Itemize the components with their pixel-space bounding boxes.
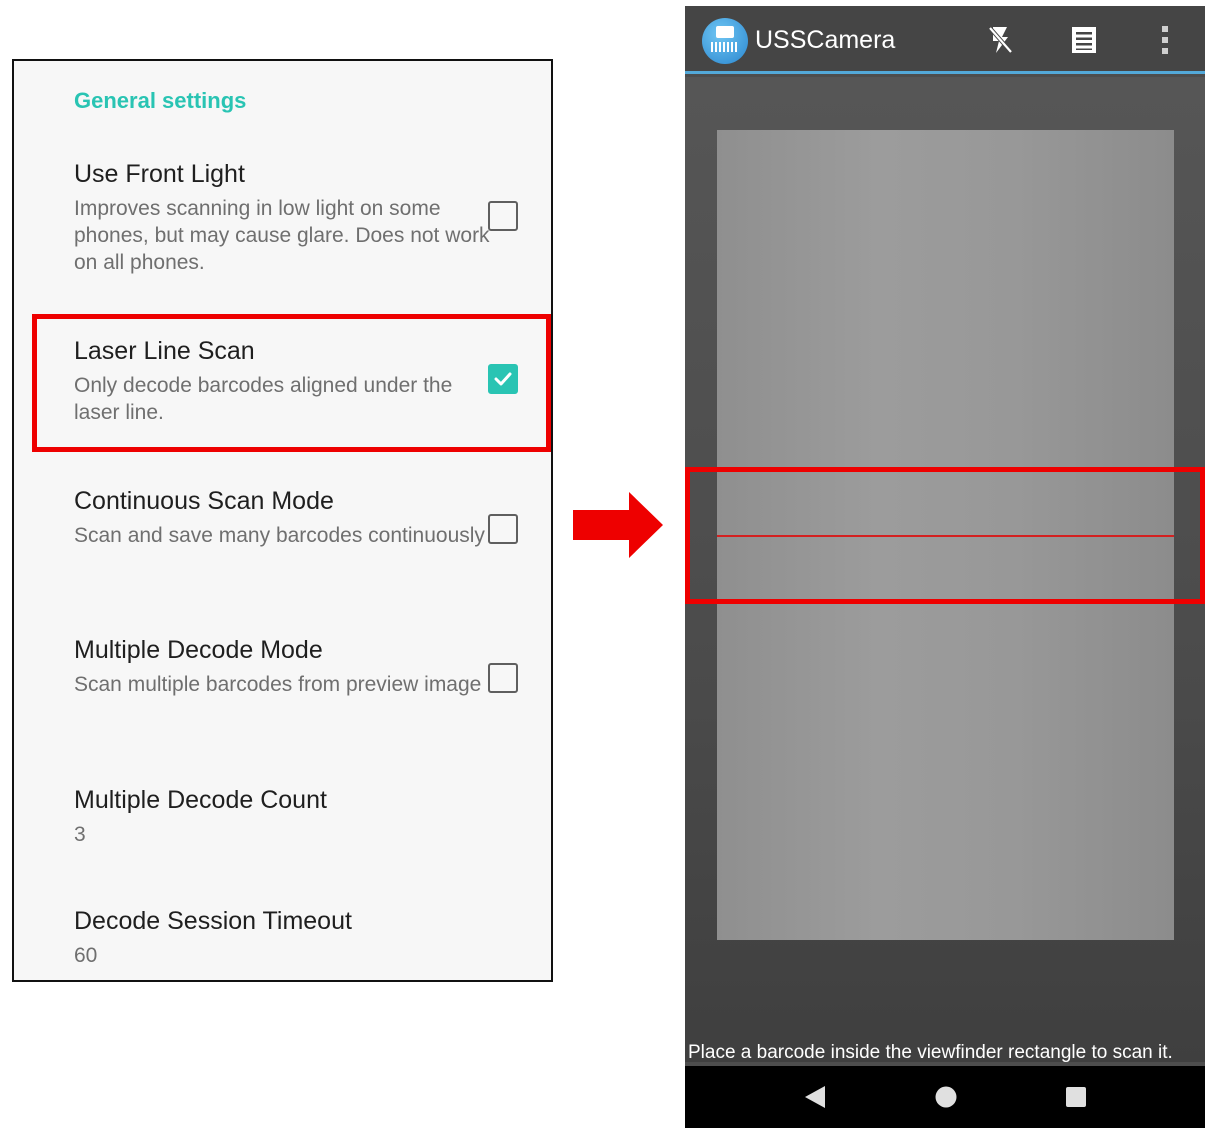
app-title: USSCamera (755, 26, 896, 54)
home-icon[interactable] (934, 1084, 958, 1110)
section-header-general: General settings (74, 88, 247, 113)
flash-off-icon[interactable] (985, 24, 1015, 56)
pref-multiple-decode-mode[interactable]: Multiple Decode Mode Scan multiple barco… (74, 635, 494, 698)
highlight-box-laser-line-scan (32, 314, 551, 452)
usscamera-app-icon (702, 18, 748, 64)
pref-continuous-scan-mode[interactable]: Continuous Scan Mode Scan and save many … (74, 486, 494, 549)
pref-title: Multiple Decode Mode (74, 636, 323, 664)
pref-title: Decode Session Timeout (74, 907, 352, 935)
checkbox-continuous-scan-mode[interactable] (488, 514, 518, 544)
app-bar: USSCamera (685, 6, 1205, 74)
navigation-bar (685, 1066, 1205, 1128)
checkbox-use-front-light[interactable] (488, 201, 518, 231)
checkbox-multiple-decode-mode[interactable] (488, 663, 518, 693)
pref-use-front-light[interactable]: Use Front Light Improves scanning in low… (74, 159, 494, 276)
pref-decode-session-timeout[interactable]: Decode Session Timeout 60 (74, 906, 494, 969)
pref-title: Use Front Light (74, 160, 245, 188)
status-text: Place a barcode inside the viewfinder re… (688, 1042, 1173, 1063)
settings-screen: General settings Use Front Light Improve… (12, 59, 553, 982)
pref-summary: Improves scanning in low light on some p… (74, 197, 490, 274)
right-arrow-icon (573, 492, 663, 558)
history-list-icon[interactable] (1069, 24, 1099, 56)
pref-value: 60 (74, 944, 98, 967)
pref-value: 3 (74, 823, 86, 846)
pref-title: Continuous Scan Mode (74, 487, 334, 515)
camera-screen: USSCamera Place a barcode inside the vie… (685, 6, 1205, 1128)
highlight-box-laser-line (685, 467, 1205, 604)
recents-icon[interactable] (1064, 1084, 1088, 1110)
pref-summary: Scan and save many barcodes continuously (74, 524, 485, 547)
more-vert-icon[interactable] (1150, 24, 1180, 56)
back-icon[interactable] (803, 1084, 827, 1110)
pref-summary: Scan multiple barcodes from preview imag… (74, 673, 482, 696)
pref-multiple-decode-count[interactable]: Multiple Decode Count 3 (74, 785, 494, 848)
pref-title: Multiple Decode Count (74, 786, 327, 814)
